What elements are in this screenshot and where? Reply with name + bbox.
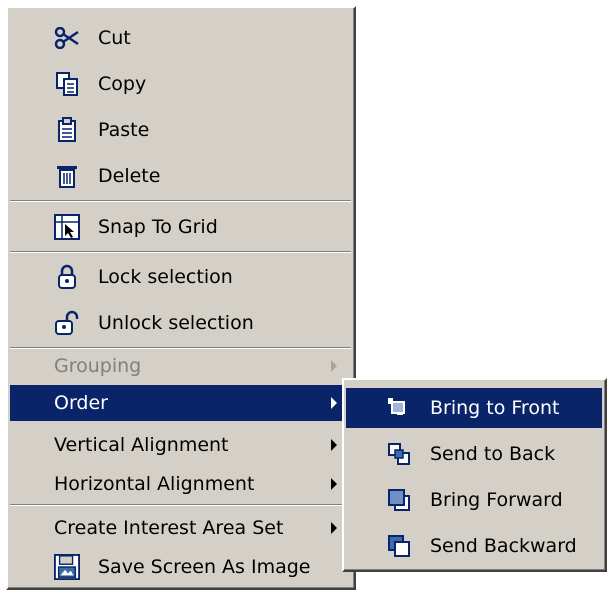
menu-item-label: Unlock selection (98, 312, 254, 334)
save-image-icon (54, 554, 80, 580)
submenu-item-label: Send to Back (430, 443, 556, 465)
unlock-icon (54, 310, 80, 336)
menu-item-label: Delete (98, 165, 161, 187)
copy-icon (54, 71, 80, 97)
menu-item-cut[interactable]: Cut (10, 18, 351, 58)
menu-item-horizontal-alignment[interactable]: Horizontal Alignment (10, 466, 351, 502)
menu-separator (10, 504, 351, 506)
submenu-item-label: Bring Forward (430, 489, 563, 511)
menu-item-label: Grouping (53, 355, 140, 377)
lock-icon (54, 264, 80, 290)
menu-item-lock-selection[interactable]: Lock selection (10, 256, 351, 298)
submenu-arrow-icon (331, 439, 337, 451)
menu-item-order[interactable]: Order (10, 385, 351, 421)
scissors-icon (54, 25, 80, 51)
menu-item-label: Cut (98, 27, 131, 49)
menu-item-create-interest-area-set[interactable]: Create Interest Area Set (10, 510, 351, 546)
menu-item-copy[interactable]: Copy (10, 64, 351, 104)
menu-item-grouping: Grouping Grouping (10, 352, 351, 380)
menu-separator (10, 251, 351, 253)
menu-item-unlock-selection[interactable]: Unlock selection (10, 302, 351, 344)
menu-item-delete[interactable]: Delete (10, 156, 351, 196)
menu-item-label: Horizontal Alignment (54, 473, 255, 495)
bring-forward-icon (386, 487, 412, 513)
menu-item-label: Snap To Grid (98, 216, 218, 238)
menu-item-label: Order (54, 392, 108, 414)
menu-item-save-screen-as-image[interactable]: Save Screen As Image (10, 548, 351, 586)
menu-item-label: Copy (98, 73, 147, 95)
menu-separator (10, 200, 351, 202)
menu-item-label: Create Interest Area Set (54, 517, 284, 539)
submenu-item-bring-forward[interactable]: Bring Forward (346, 480, 602, 520)
submenu-arrow-icon (331, 522, 337, 534)
menu-item-label: Lock selection (98, 266, 233, 288)
submenu-item-send-to-back[interactable]: Send to Back (346, 434, 602, 474)
menu-item-vertical-alignment[interactable]: Vertical Alignment (10, 427, 351, 463)
order-submenu: Bring to Front Send to Back Bring Forwar… (342, 378, 607, 572)
menu-item-label: Save Screen As Image (98, 556, 311, 578)
submenu-arrow-icon (331, 360, 337, 372)
submenu-item-label: Bring to Front (430, 397, 560, 419)
paste-icon (54, 117, 80, 143)
context-menu: Cut Copy Paste Delete Snap To Grid Lock … (6, 6, 356, 590)
menu-separator (10, 347, 351, 349)
submenu-item-label: Send Backward (430, 535, 577, 557)
submenu-item-send-backward[interactable]: Send Backward (346, 526, 602, 566)
menu-item-snap-to-grid[interactable]: Snap To Grid (10, 206, 351, 248)
submenu-item-bring-to-front[interactable]: Bring to Front (346, 388, 602, 428)
trash-icon (54, 163, 80, 189)
send-to-back-icon (386, 441, 412, 467)
submenu-arrow-icon (331, 397, 337, 409)
menu-item-paste[interactable]: Paste (10, 110, 351, 150)
menu-item-label: Paste (98, 119, 150, 141)
menu-item-label: Vertical Alignment (54, 434, 229, 456)
submenu-arrow-icon (331, 478, 337, 490)
send-backward-icon (386, 533, 412, 559)
bring-to-front-icon (386, 395, 412, 421)
snap-grid-icon (54, 214, 80, 240)
